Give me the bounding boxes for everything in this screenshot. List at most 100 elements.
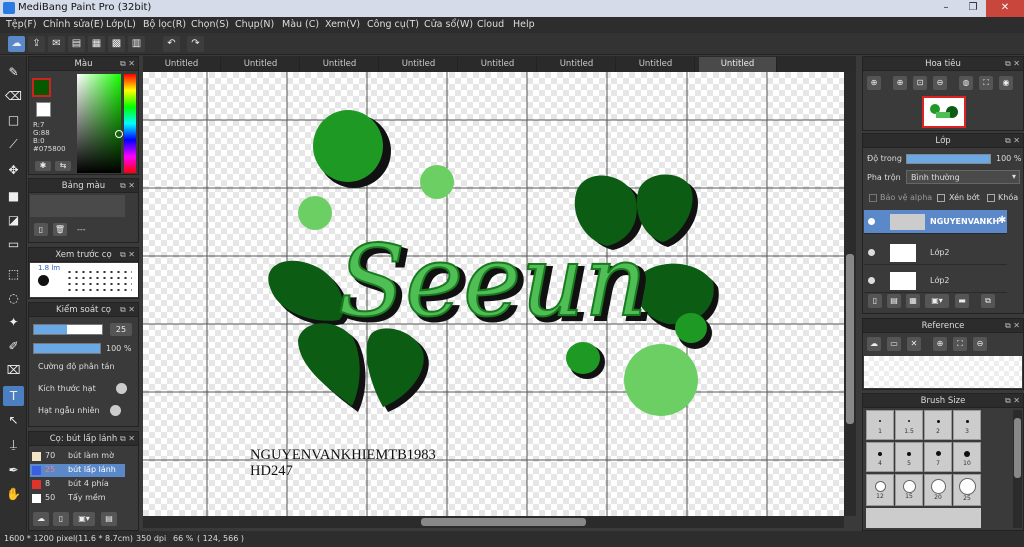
new-halftone-layer-icon[interactable]: ▤ <box>887 294 901 308</box>
random-particle-knob[interactable] <box>110 405 121 416</box>
text-tool-icon[interactable]: T <box>3 386 24 406</box>
color-mode-icon[interactable]: ✱ <box>35 161 51 171</box>
eye-icon[interactable] <box>868 218 875 225</box>
blend-mode-select[interactable]: Bình thường ▾ <box>906 170 1020 184</box>
share-icon[interactable]: ⇪ <box>28 36 45 52</box>
menu-filter[interactable]: Bộ lọc(R) <box>143 19 186 30</box>
panel-menu-icon[interactable]: ⧉ ✕ <box>1005 57 1020 71</box>
magic-wand-tool-icon[interactable]: ✦ <box>3 312 24 332</box>
layer-opacity-slider[interactable] <box>906 154 991 164</box>
maximize-button[interactable]: ❐ <box>960 0 986 17</box>
layer-row-selected[interactable]: NGUYENVANKH ✱ <box>864 210 1007 234</box>
close-button[interactable]: ✕ <box>986 0 1024 17</box>
menu-window[interactable]: Cửa sổ(W) <box>424 19 473 30</box>
menu-file[interactable]: Tệp(F) <box>6 19 37 30</box>
eye-icon[interactable] <box>868 277 875 284</box>
panel-menu-icon[interactable]: ⧉ ✕ <box>120 179 135 193</box>
folder-icon[interactable]: ▬ <box>955 294 969 308</box>
new-brush-icon[interactable]: ▯ <box>53 512 69 526</box>
brush-opacity-slider[interactable] <box>33 343 101 354</box>
operation-tool-icon[interactable]: ↖ <box>3 410 24 430</box>
dropper-tool-icon[interactable]: ⍊ <box>3 434 24 454</box>
menu-capture[interactable]: Chụp(N) <box>235 19 274 30</box>
tab-untitled-active[interactable]: Untitled <box>699 57 777 72</box>
zoom-in-icon[interactable]: ⊕ <box>867 76 881 90</box>
hand-tool-icon[interactable]: ✋ <box>3 484 24 504</box>
panel-menu-icon[interactable]: ⧉ ✕ <box>1005 394 1020 408</box>
tab-untitled[interactable]: Untitled <box>143 57 221 72</box>
scroll-thumb[interactable] <box>846 254 854 424</box>
layer-row[interactable]: Lớp2 <box>864 269 1007 293</box>
new-1bit-layer-icon[interactable]: ▦ <box>906 294 920 308</box>
protect-alpha-checkbox[interactable] <box>869 194 877 202</box>
background-color-swatch[interactable] <box>36 102 51 117</box>
brush-size-cell[interactable]: 3 <box>953 410 981 440</box>
panel-menu-icon[interactable]: ⧉ ✕ <box>120 303 135 317</box>
cloud-icon[interactable]: ☁ <box>8 36 25 52</box>
redo-icon[interactable]: ↷ <box>187 36 204 52</box>
fit-screen-icon[interactable]: ⛶ <box>953 337 967 351</box>
color-swap-icon[interactable]: ⇆ <box>55 161 71 171</box>
brush-size-slider[interactable] <box>33 324 103 335</box>
open-folder-icon[interactable]: ▭ <box>887 337 901 351</box>
brush-size-cell[interactable]: 12 <box>866 474 894 506</box>
menu-cloud[interactable]: Cloud <box>477 19 504 30</box>
page-icon[interactable]: ▦ <box>88 36 105 52</box>
menu-color[interactable]: Màu (C) <box>282 19 319 30</box>
cloud-icon[interactable]: ☁ <box>867 337 881 351</box>
fill-shape-tool-icon[interactable]: ■ <box>3 186 24 206</box>
layer-row[interactable]: Lớp2 <box>864 241 1007 265</box>
gear-icon[interactable]: ✱ <box>998 215 1006 226</box>
zoom-in-icon[interactable]: ⊕ <box>893 76 907 90</box>
canvas-horizontal-scrollbar[interactable] <box>143 516 844 528</box>
zoom-fit-icon[interactable]: ⊡ <box>913 76 927 90</box>
brush-size-cell[interactable]: 2 <box>924 410 952 440</box>
navigator-thumbnail[interactable] <box>922 96 966 128</box>
eyedropper-icon[interactable]: ✒ <box>3 460 24 480</box>
duplicate-layer-icon[interactable]: ⧉ <box>981 294 995 308</box>
canvas-vertical-scrollbar[interactable] <box>844 72 856 516</box>
tab-untitled[interactable]: Untitled <box>301 57 379 72</box>
tab-untitled[interactable]: Untitled <box>617 57 695 72</box>
select-eraser-tool-icon[interactable]: ⌧ <box>3 360 24 380</box>
brush-item[interactable]: 70 bút làm mờ <box>30 450 125 463</box>
drawing-canvas[interactable]: Seeun Seeun NGUYENVANKHIEMTB1983 HD247 <box>143 72 844 516</box>
brush-size-cell[interactable]: 25 <box>953 474 981 506</box>
zoom-in-icon[interactable]: ⊕ <box>933 337 947 351</box>
scroll-thumb[interactable] <box>421 518 586 526</box>
brush-item[interactable]: 50 Tẩy mềm <box>30 492 125 505</box>
line-tool-icon[interactable]: ⟋ <box>3 134 24 154</box>
brush-size-cell[interactable]: 15 <box>895 474 923 506</box>
menu-help[interactable]: Help <box>513 19 535 30</box>
new-layer-icon[interactable]: ▯ <box>868 294 882 308</box>
new-palette-icon[interactable]: ▯ <box>34 223 48 236</box>
brush-size-cell[interactable]: 5 <box>895 442 923 472</box>
saturation-value-field[interactable] <box>77 74 121 173</box>
panel-menu-icon[interactable]: ⧉ ✕ <box>120 432 135 446</box>
zoom-out-icon[interactable]: ⊖ <box>973 337 987 351</box>
palette-swatches[interactable] <box>30 195 125 217</box>
panel-menu-icon[interactable]: ⧉ ✕ <box>120 248 135 262</box>
rotate-icon[interactable]: ◍ <box>959 76 973 90</box>
tab-untitled[interactable]: Untitled <box>538 57 616 72</box>
brush-item[interactable]: 8 bút 4 phía <box>30 478 125 491</box>
panel-menu-icon[interactable]: ⧉ ✕ <box>1005 134 1020 148</box>
panel-menu-icon[interactable]: ⧉ ✕ <box>120 57 135 71</box>
comment-icon[interactable]: ✉ <box>48 36 65 52</box>
undo-icon[interactable]: ↶ <box>163 36 180 52</box>
gradient-tool-icon[interactable]: ▭ <box>3 234 24 254</box>
tab-untitled[interactable]: Untitled <box>222 57 300 72</box>
menu-layer[interactable]: Lớp(L) <box>106 19 136 30</box>
brush-size-cell[interactable]: 1 <box>866 410 894 440</box>
brush-size-scrollbar[interactable] <box>1013 410 1022 528</box>
close-icon[interactable]: ✕ <box>907 337 921 351</box>
reset-rotation-icon[interactable]: ◉ <box>999 76 1013 90</box>
brush-size-cell[interactable]: 7 <box>924 442 952 472</box>
lock-checkbox[interactable] <box>987 194 995 202</box>
trash-icon[interactable]: 🗑 <box>53 223 67 236</box>
brush-size-value[interactable]: 25 <box>110 323 132 336</box>
reference-area[interactable] <box>864 356 1022 388</box>
color-picker-cursor[interactable] <box>115 130 123 138</box>
eraser-tool-icon[interactable]: ⌫ <box>3 86 24 106</box>
grid-icon[interactable]: ▩ <box>108 36 125 52</box>
